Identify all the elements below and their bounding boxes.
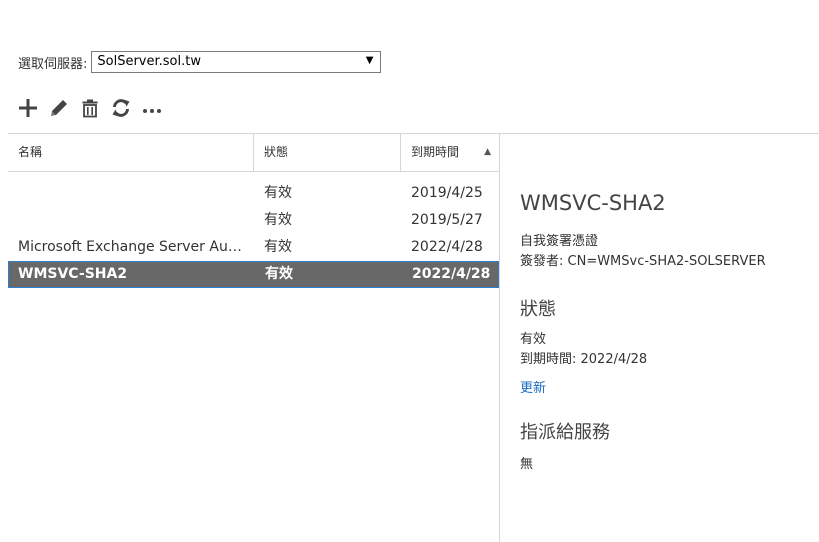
expiration-date: 到期時間: 2022/4/28 <box>520 352 648 367</box>
add-icon <box>19 99 37 117</box>
refresh-button[interactable] <box>109 96 133 120</box>
toolbar <box>16 96 171 120</box>
cell-name: Microsoft Exchange Server Auth ... <box>18 239 244 255</box>
cell-expiration: 2019/4/25 <box>411 185 483 201</box>
assigned-services-value: 無 <box>520 457 534 472</box>
renew-link[interactable]: 更新 <box>520 379 810 399</box>
list-header-divider <box>8 171 499 172</box>
server-select[interactable]: SolServer.sol.tw ▼ <box>91 51 382 73</box>
column-header-label: 狀態 <box>264 145 289 159</box>
certificate-type: 自我簽署憑證 <box>520 234 599 249</box>
status-heading: 狀態 <box>520 299 556 320</box>
table-row[interactable]: 有效 2019/5/27 <box>8 207 499 234</box>
edit-button[interactable] <box>47 96 71 120</box>
column-header-label: 到期時間 <box>411 145 460 159</box>
cell-status: 有效 <box>264 239 292 255</box>
server-select-value: SolServer.sol.tw <box>97 54 201 69</box>
column-header-name[interactable]: 名稱 <box>18 134 253 171</box>
assigned-services-heading: 指派給服務 <box>520 422 610 443</box>
column-divider[interactable] <box>253 134 254 171</box>
cell-status: 有效 <box>264 212 292 228</box>
more-button[interactable] <box>140 96 164 120</box>
details-title: WMSVC-SHA2 <box>520 191 666 215</box>
delete-icon <box>82 99 98 118</box>
server-select-label: 選取伺服器: <box>18 56 88 72</box>
server-selector-row: 選取伺服器: SolServer.sol.tw ▼ <box>18 50 382 74</box>
table-row-selected[interactable]: WMSVC-SHA2 有效 2022/4/28 <box>8 261 499 288</box>
edit-icon <box>51 100 67 116</box>
table-row[interactable]: 有效 2019/4/25 <box>8 180 499 207</box>
table-row[interactable]: Microsoft Exchange Server Auth ... 有效 20… <box>8 234 499 261</box>
cell-expiration: 2022/4/28 <box>411 239 483 255</box>
refresh-icon <box>112 99 130 117</box>
delete-button[interactable] <box>78 96 102 120</box>
status-value: 有效 <box>520 332 547 347</box>
cell-name: WMSVC-SHA2 <box>18 266 128 282</box>
add-button[interactable] <box>16 96 40 120</box>
cell-status: 有效 <box>265 266 293 282</box>
cell-expiration: 2022/4/28 <box>412 266 491 282</box>
details-pane-divider <box>499 134 500 542</box>
more-icon <box>143 109 161 113</box>
cell-status: 有效 <box>264 185 292 201</box>
sort-ascending-icon: ▲ <box>484 147 491 157</box>
column-divider[interactable] <box>400 134 401 171</box>
details-pane: WMSVC-SHA2 自我簽署憑證 簽發者: CN=WMSvc-SHA2-SOL… <box>520 186 810 475</box>
column-header-status[interactable]: 狀態 <box>264 134 400 171</box>
cell-expiration: 2019/5/27 <box>411 212 483 228</box>
column-header-expiration[interactable]: 到期時間 ▲ <box>411 134 499 171</box>
column-header-label: 名稱 <box>18 145 43 159</box>
dropdown-arrow-icon[interactable]: ▼ <box>366 55 374 66</box>
certificate-issuer: 簽發者: CN=WMSvc-SHA2-SOLSERVER <box>520 254 766 269</box>
